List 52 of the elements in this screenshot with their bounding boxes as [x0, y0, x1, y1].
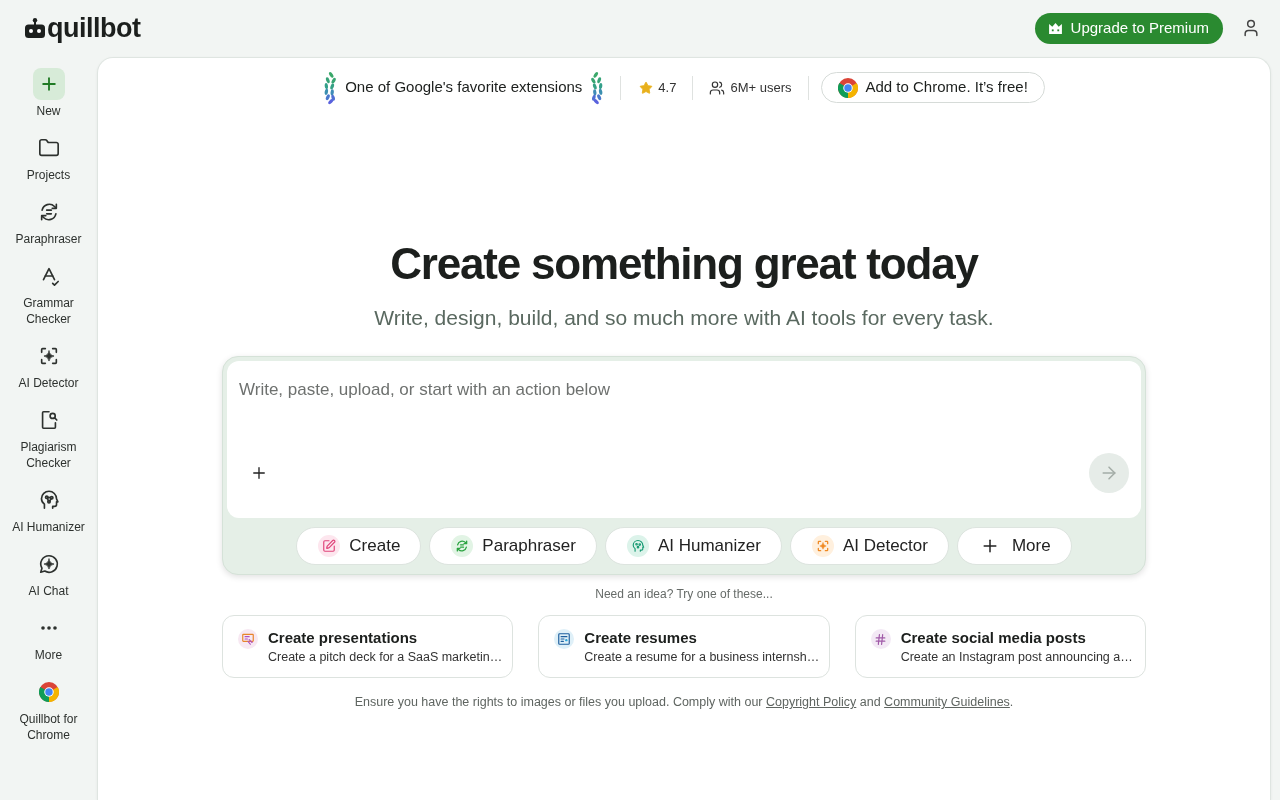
cycle-arrows-icon — [451, 535, 474, 557]
sidebar-item[interactable]: More — [5, 612, 92, 663]
head-network-icon — [626, 535, 649, 557]
tool-button[interactable]: More — [956, 527, 1072, 565]
folder-icon — [37, 137, 60, 159]
tool-button[interactable]: Create — [296, 527, 422, 565]
user-icon[interactable] — [1241, 18, 1261, 38]
legal-note: Ensure you have the rights to images or files you upload. Comply with our Copyright Policy and Community Guidelines. — [354, 694, 1014, 710]
pencil-square-icon — [318, 535, 341, 557]
upgrade-button[interactable]: Upgrade to Premium — [1034, 12, 1223, 44]
sidebar-item[interactable]: New — [5, 68, 92, 119]
suggestion-card[interactable]: Create social media posts Create an Instagram post announcing a… — [854, 615, 1146, 678]
suggestion-card[interactable]: Create resumes Create a resume for a business internsh… — [538, 615, 830, 678]
sidebar-item[interactable]: AI Chat — [5, 548, 92, 599]
plus-icon — [32, 68, 65, 100]
laurel-icon — [590, 70, 605, 105]
prompt-box[interactable]: Write, paste, upload, or start with an action below — [227, 361, 1141, 518]
document-icon — [554, 629, 575, 649]
sidebar-item[interactable]: Paraphraser — [5, 196, 92, 247]
sidebar-item[interactable]: Grammar Checker — [5, 260, 92, 327]
star-icon — [639, 80, 654, 95]
plus-icon — [250, 464, 268, 482]
sidebar-item[interactable]: AI Detector — [5, 340, 92, 391]
hero-subtitle: Write, design, build, and so much more with AI tools for every task. — [374, 305, 994, 331]
tool-button[interactable]: Paraphraser — [429, 527, 597, 565]
presentation-icon — [238, 629, 258, 649]
sidebar-item[interactable]: Quillbot for Chrome — [5, 676, 92, 743]
footer-link[interactable]: Community Guidelines — [884, 695, 1010, 709]
users-icon — [709, 79, 726, 96]
chrome-icon — [38, 682, 59, 702]
robot-icon — [25, 18, 45, 38]
more-icon — [40, 626, 57, 630]
suggestion-card[interactable]: Create presentations Create a pitch deck for a SaaS marketin… — [222, 615, 514, 678]
rating-text: 4.7 — [658, 78, 677, 97]
suggestion-hint: Need an idea? Try one of these... — [595, 586, 773, 602]
hashtag-icon — [870, 629, 891, 649]
sidebar-item[interactable]: AI Humanizer — [5, 484, 92, 535]
hero-title: Create something great today — [390, 240, 978, 288]
sidebar-item[interactable]: Plagiarism Checker — [5, 404, 92, 471]
badge-text: One of Google's favorite extensions — [345, 77, 583, 98]
laurel-icon — [323, 70, 338, 105]
prompt-field[interactable]: Write, paste, upload, or start with an action below — [239, 378, 1129, 426]
crown-icon — [1048, 22, 1062, 34]
chrome-icon — [837, 77, 858, 98]
footer-link[interactable]: Copyright Policy — [765, 695, 857, 709]
tool-button[interactable]: AI Humanizer — [604, 527, 782, 565]
sidebar-item[interactable]: Projects — [5, 132, 92, 183]
logo-wordmark[interactable]: quillbot — [47, 12, 141, 44]
chat-sparkle-icon — [37, 553, 60, 575]
tool-button[interactable]: AI Detector — [789, 527, 949, 565]
user-count: 6M+ users — [730, 78, 792, 97]
scan-sparkle-icon — [811, 535, 834, 557]
